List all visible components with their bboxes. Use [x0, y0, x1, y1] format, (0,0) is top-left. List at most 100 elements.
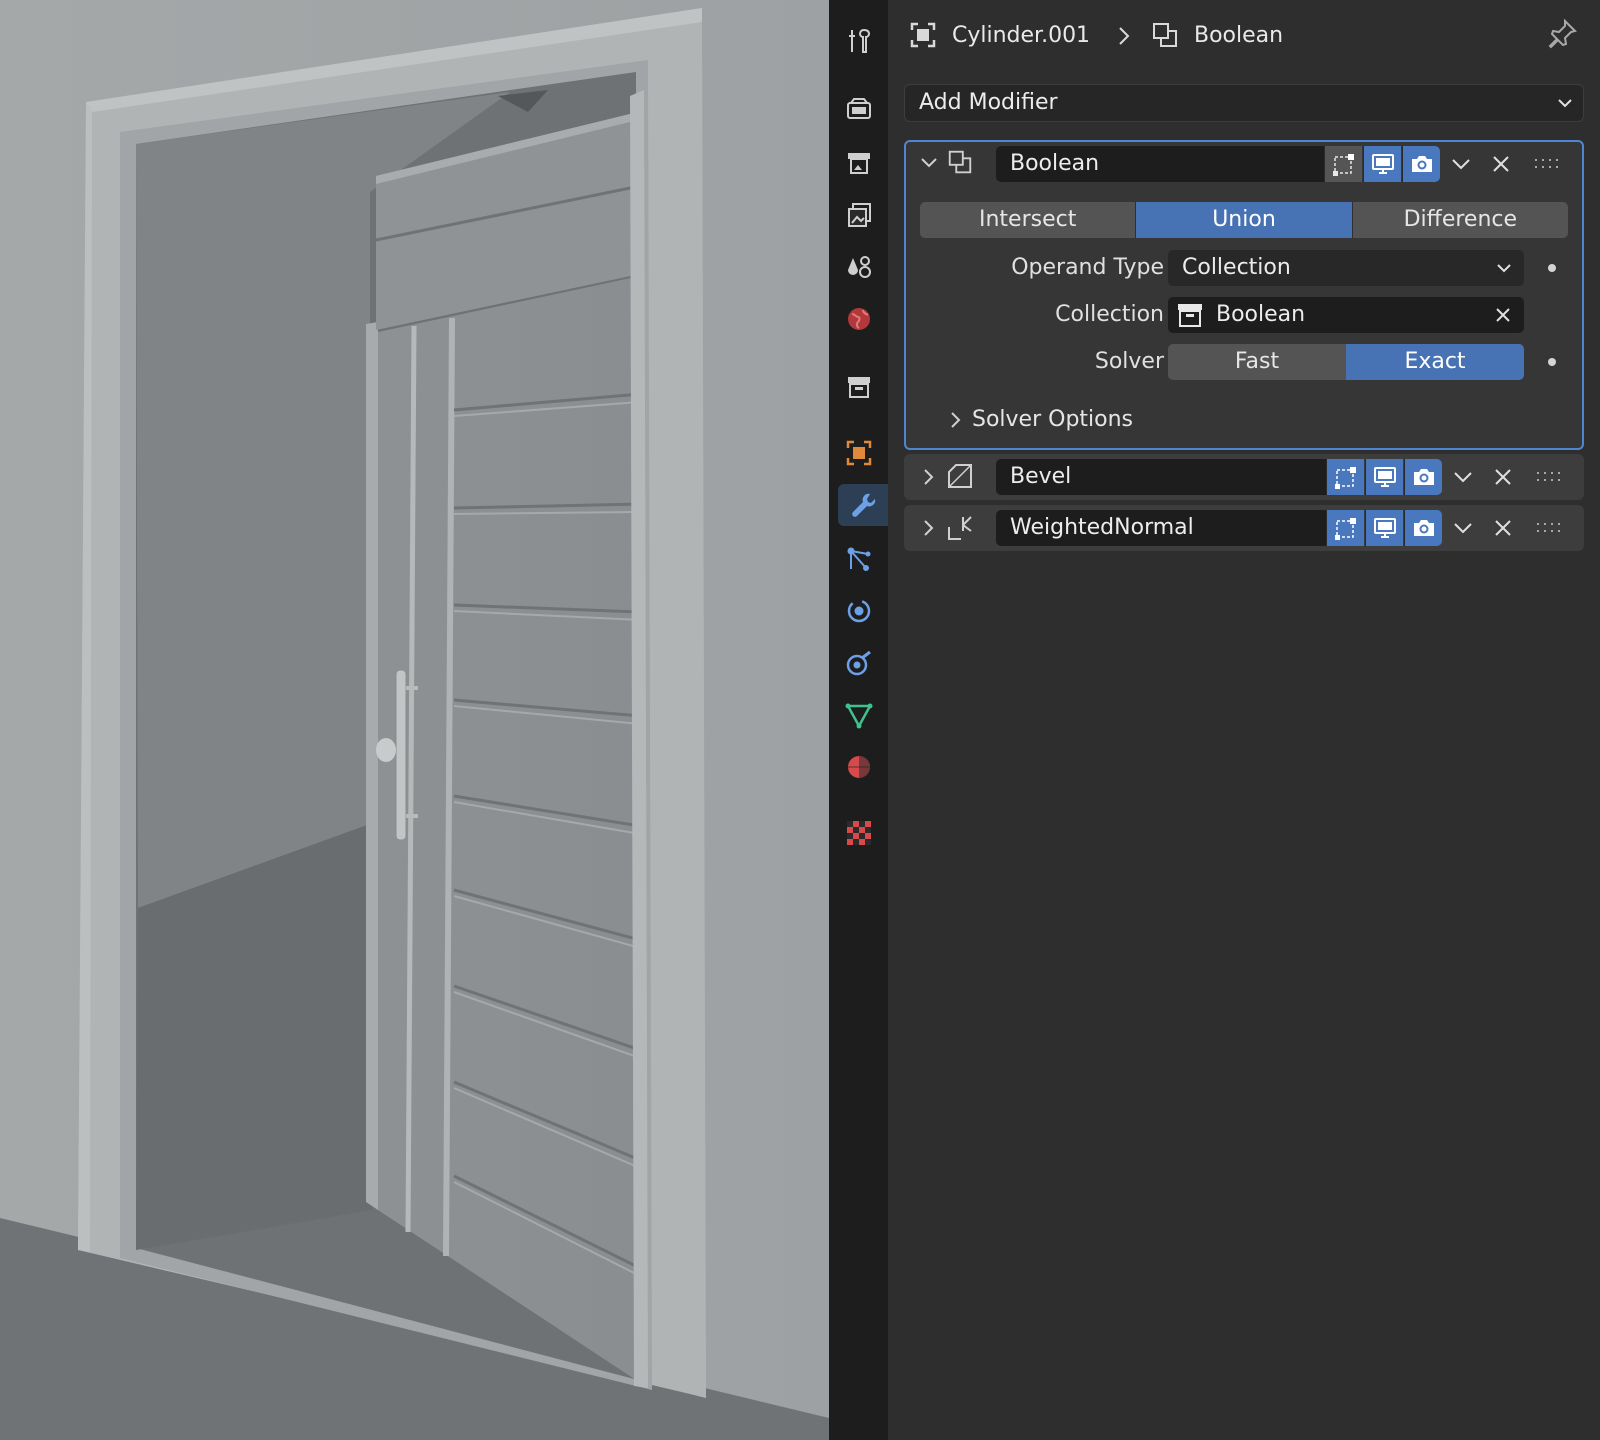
viewport-display-toggle[interactable] [1365, 459, 1403, 495]
tab-texture[interactable] [838, 812, 880, 854]
edit-mode-toggle[interactable] [1326, 510, 1364, 546]
solver-exact[interactable]: Exact [1346, 344, 1524, 380]
operation-intersect[interactable]: Intersect [920, 202, 1136, 238]
camera-icon [1411, 515, 1437, 541]
tab-output[interactable] [838, 142, 880, 184]
chevron-down-icon [1557, 97, 1573, 109]
close-icon[interactable] [1492, 466, 1514, 488]
solver-options-label: Solver Options [972, 407, 1133, 432]
tab-view-layer[interactable] [838, 194, 880, 236]
modifier-name-field[interactable]: Boolean [996, 146, 1326, 182]
collection-value: Boolean [1216, 302, 1305, 327]
tab-constraints[interactable] [838, 642, 880, 684]
wrench-icon [848, 490, 878, 520]
breadcrumb: Cylinder.001 Boolean [888, 0, 1600, 70]
close-icon[interactable] [1492, 517, 1514, 539]
solver-options-subpanel[interactable]: Solver Options [950, 402, 1133, 438]
edit-mode-icon [1333, 515, 1359, 541]
door-scene-render [0, 0, 829, 1440]
3d-viewport[interactable] [0, 0, 829, 1440]
tab-particles[interactable] [838, 538, 880, 580]
pin-icon[interactable] [1546, 18, 1578, 50]
collection-field[interactable]: Boolean [1168, 297, 1524, 333]
monitor-icon [1372, 515, 1398, 541]
scene-icon [844, 252, 874, 282]
tab-material[interactable] [838, 746, 880, 788]
chevron-down-icon[interactable] [1452, 518, 1474, 538]
keyframe-dot[interactable] [1548, 264, 1556, 272]
modifier-header-boolean[interactable]: Boolean [906, 142, 1582, 188]
tab-physics[interactable] [838, 590, 880, 632]
edit-mode-icon [1331, 151, 1357, 177]
clear-icon[interactable] [1494, 306, 1512, 324]
operand-type-value: Collection [1182, 255, 1291, 280]
render-icon [844, 94, 874, 124]
edit-mode-toggle[interactable] [1324, 146, 1362, 182]
tab-tool[interactable] [838, 20, 880, 62]
particles-icon [844, 544, 874, 574]
edit-mode-icon [1333, 464, 1359, 490]
constraints-icon [844, 648, 874, 678]
render-toggle[interactable] [1404, 459, 1442, 495]
edit-mode-toggle[interactable] [1326, 459, 1364, 495]
breadcrumb-object-label: Cylinder.001 [952, 23, 1090, 48]
tab-scene[interactable] [838, 246, 880, 288]
modifier-name-field[interactable]: WeightedNormal [996, 510, 1326, 546]
view-layer-icon [844, 200, 874, 230]
modifier-header-weightednormal[interactable]: WeightedNormal [904, 505, 1584, 551]
world-icon [844, 304, 874, 334]
keyframe-dot[interactable] [1548, 358, 1556, 366]
monitor-icon [1370, 151, 1396, 177]
tab-collection[interactable] [838, 366, 880, 408]
chevron-down-icon[interactable] [1452, 467, 1474, 487]
chevron-right-icon [1116, 26, 1132, 46]
tab-render[interactable] [838, 88, 880, 130]
boolean-modifier-icon [1150, 20, 1180, 50]
output-icon [844, 148, 874, 178]
drag-handle-icon[interactable] [1536, 521, 1562, 535]
modifier-panel-weightednormal: WeightedNormal [904, 505, 1584, 551]
expand-arrow-icon[interactable] [920, 468, 938, 486]
boolean-modifier-icon [946, 148, 974, 176]
modifier-name-field[interactable]: Bevel [996, 459, 1326, 495]
physics-icon [844, 596, 874, 626]
operation-difference[interactable]: Difference [1353, 202, 1568, 238]
mesh-data-icon [844, 700, 874, 730]
properties-tab-bar [829, 0, 888, 1440]
drag-handle-icon[interactable] [1536, 470, 1562, 484]
collection-icon [844, 372, 874, 402]
operand-type-label: Operand Type [1011, 250, 1164, 286]
camera-icon [1411, 464, 1437, 490]
tab-object[interactable] [838, 432, 880, 474]
boolean-operation-selector: Intersect Union Difference [920, 202, 1568, 238]
chevron-down-icon[interactable] [1450, 154, 1472, 174]
solver-label: Solver [1095, 344, 1164, 380]
modifier-header-bevel[interactable]: Bevel [904, 454, 1584, 500]
viewport-display-toggle[interactable] [1365, 510, 1403, 546]
tab-world[interactable] [838, 298, 880, 340]
add-modifier-dropdown[interactable]: Add Modifier [904, 84, 1584, 122]
operation-union[interactable]: Union [1136, 202, 1352, 238]
tab-data[interactable] [838, 694, 880, 736]
breadcrumb-modifier[interactable]: Boolean [1150, 18, 1283, 52]
render-toggle[interactable] [1404, 510, 1442, 546]
camera-icon [1409, 151, 1435, 177]
render-toggle[interactable] [1402, 146, 1440, 182]
drag-handle-icon[interactable] [1534, 157, 1560, 171]
chevron-right-icon [948, 411, 964, 429]
tab-modifiers[interactable] [838, 484, 888, 526]
modifier-panel-bevel: Bevel [904, 454, 1584, 500]
expand-arrow-icon[interactable] [920, 519, 938, 537]
collapse-arrow-icon[interactable] [920, 154, 938, 172]
close-icon[interactable] [1490, 153, 1512, 175]
texture-icon [844, 818, 874, 848]
object-icon [844, 438, 874, 468]
viewport-display-toggle[interactable] [1363, 146, 1401, 182]
collection-label: Collection [1055, 297, 1164, 333]
breadcrumb-object[interactable]: Cylinder.001 [908, 18, 1090, 52]
add-modifier-label: Add Modifier [919, 90, 1058, 115]
weighted-normal-modifier-icon [946, 513, 974, 541]
solver-fast[interactable]: Fast [1168, 344, 1346, 380]
operand-type-dropdown[interactable]: Collection [1168, 250, 1524, 286]
properties-editor: Cylinder.001 Boolean Add Modifier Boolea… [888, 0, 1600, 1440]
